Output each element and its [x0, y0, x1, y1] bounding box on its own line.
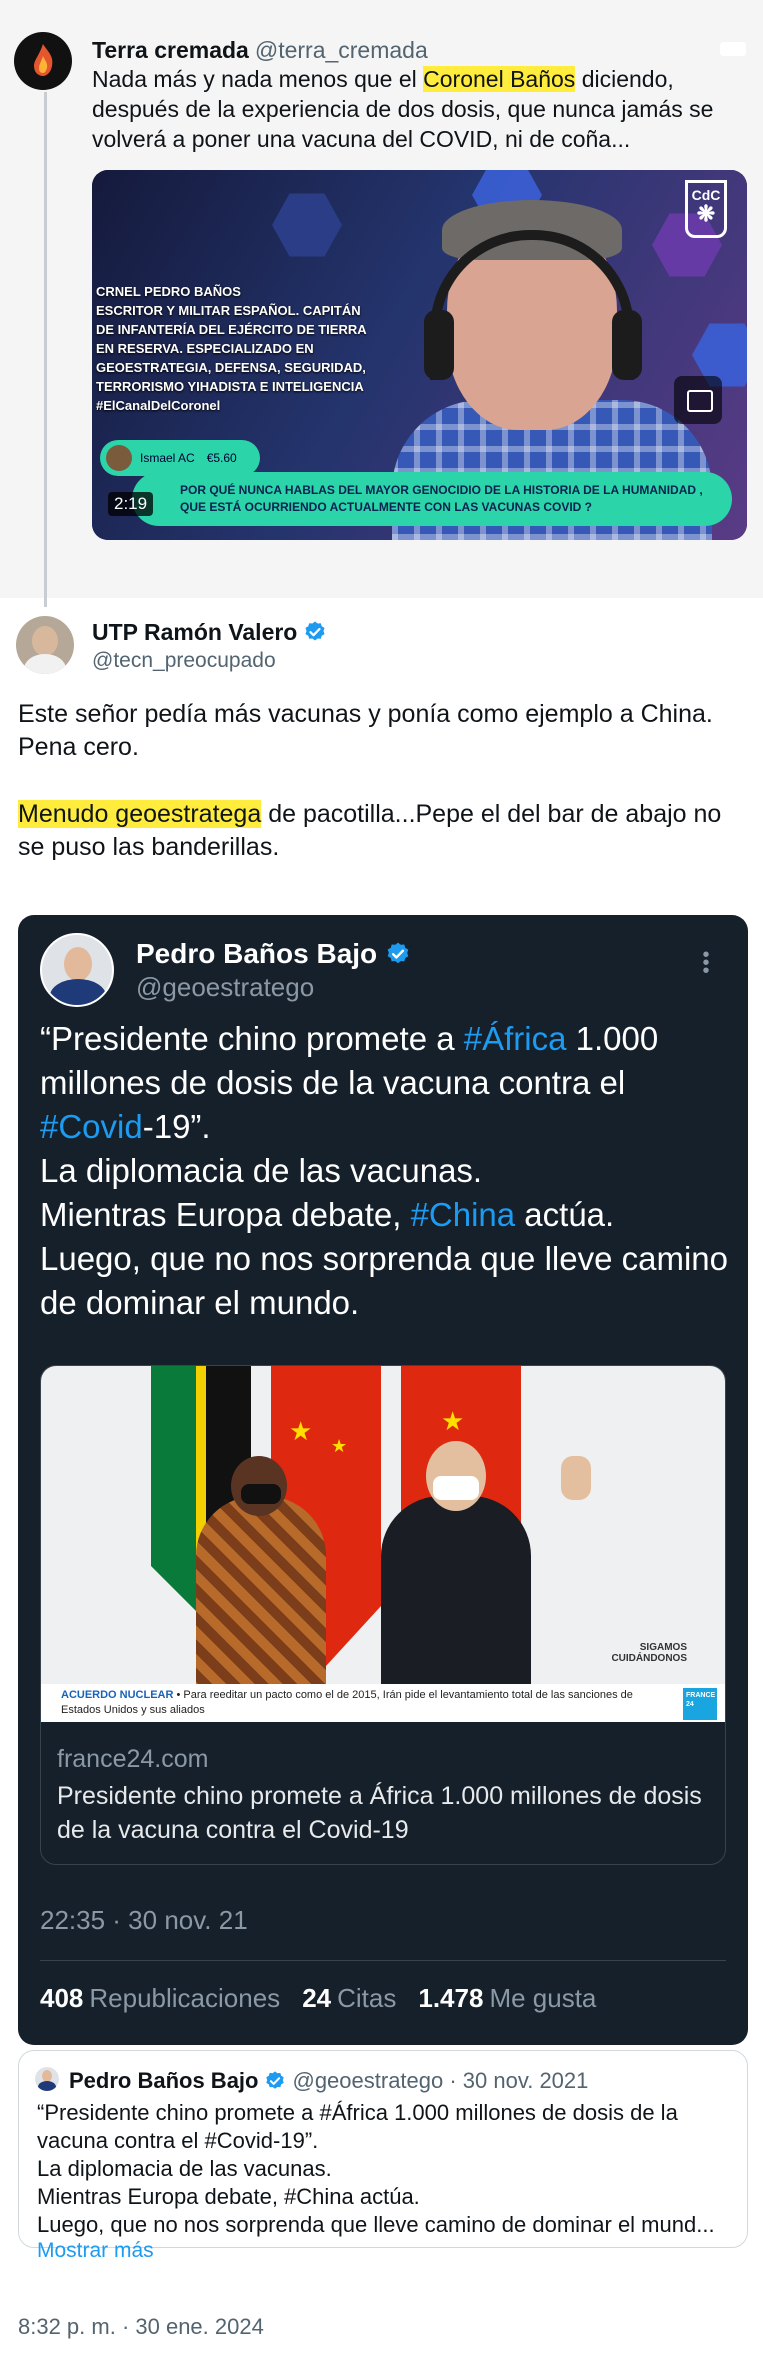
- likes-label: Me gusta: [489, 1983, 597, 2013]
- news-ticker: ACUERDO NUCLEAR • Para reeditar un pacto…: [41, 1684, 725, 1722]
- author-name-row: Pedro Baños Bajo: [136, 937, 411, 971]
- verified-badge-icon[interactable]: [303, 620, 327, 644]
- verified-badge-icon: [387, 942, 409, 964]
- author-name[interactable]: UTP Ramón Valero: [92, 618, 297, 646]
- text-line: “Presidente chino promete a #África 1.00…: [40, 1017, 730, 1149]
- channel-logo: CdC ❋: [685, 180, 727, 238]
- show-more-link[interactable]: Mostrar más: [37, 2239, 154, 2263]
- superchat-donor: Ismael AC €5.60: [100, 440, 260, 476]
- quoted-line: vacuna contra el #Covid-19”.: [37, 2128, 319, 2153]
- ticker-tag: ACUERDO NUCLEAR: [61, 1689, 174, 1701]
- waving-hand: [561, 1456, 591, 1500]
- snowflake-icon: ❋: [696, 201, 716, 226]
- text-part: -19”.: [142, 1108, 211, 1145]
- engagement-stats: 408 Republicaciones 24 Citas 1.478 Me gusta: [40, 1983, 596, 2014]
- fire-logo-icon: [34, 44, 53, 76]
- avatar: [40, 933, 114, 1007]
- quoted-line: Mientras Europa debate, #China actúa.: [37, 2184, 420, 2209]
- face-mask: [241, 1484, 281, 1504]
- reply-author: Terra cremada @terra_cremada: [92, 36, 428, 64]
- divider: [40, 1960, 726, 1961]
- avatar[interactable]: [16, 616, 74, 674]
- likes-count: 1.478: [418, 1983, 484, 2013]
- author-name[interactable]: Terra cremada: [92, 37, 249, 63]
- headset-earcup: [424, 310, 454, 380]
- more-options-icon[interactable]: [720, 42, 746, 56]
- channel-logo: FRANCE 24: [683, 1688, 717, 1720]
- overlay-line: SIGAMOS: [639, 1642, 687, 1653]
- author-name-row: UTP Ramón Valero: [92, 618, 327, 646]
- quotes-stat: 24 Citas: [302, 1983, 396, 2014]
- quoted-line: Luego, que no nos sorprenda que lleve ca…: [37, 2212, 715, 2237]
- hashtag: #China: [410, 1196, 516, 1233]
- reply-text-part: Nada más y nada menos que el: [92, 66, 424, 92]
- reply-text: Nada más y nada menos que el Coronel Bañ…: [92, 64, 732, 154]
- text-part: actúa.: [515, 1196, 615, 1233]
- tweet-paragraph: Menudo geoestratega de pacotilla...Pepe …: [18, 798, 748, 864]
- flag-star-icon: ★: [331, 1436, 348, 1456]
- video-player[interactable]: CdC ❋ CRNEL PEDRO BAÑOS ESCRITOR Y MILITA…: [92, 170, 747, 540]
- hashtag: #Covid: [40, 1108, 143, 1145]
- highlighted-text: Menudo geoestratega: [18, 800, 262, 828]
- text-line: Luego, que no nos sorprenda que lleve ca…: [40, 1240, 728, 1321]
- card-domain: france24.com: [57, 1745, 209, 1773]
- hashtag: #África: [463, 1020, 567, 1057]
- text-line: Mientras Europa debate, #China actúa.: [40, 1193, 730, 1237]
- tweet-timestamp: 22:35 · 30 nov. 21: [40, 1905, 248, 1935]
- author-name: Pedro Baños Bajo: [136, 938, 378, 969]
- quotes-count: 24: [302, 1983, 332, 2013]
- verified-badge-icon: [266, 2071, 285, 2089]
- author-name: Pedro Baños Bajo: [69, 2068, 259, 2093]
- embedded-tweet-text: “Presidente chino promete a #África 1.00…: [40, 1017, 730, 1325]
- avatar: [35, 2067, 59, 2091]
- card-title: Presidente chino promete a África 1.000 …: [57, 1782, 702, 1844]
- flag-star-icon: ★: [441, 1406, 465, 1436]
- reposts-count: 408: [40, 1983, 84, 2013]
- reply-tweet[interactable]: Terra cremada @terra_cremada Nada más y n…: [0, 0, 763, 607]
- news-photo: ★ ★ ★ SIGAMOS CUIDÁNDONOS ACUERDO NUCLEAR…: [41, 1366, 725, 1722]
- person-left: [196, 1496, 326, 1696]
- author-handle-date: @geoestratego · 30 nov. 2021: [292, 2068, 589, 2093]
- overlay-line: CUIDÁNDONOS: [611, 1653, 687, 1664]
- headset-earcup: [612, 310, 642, 380]
- news-overlay-text: SIGAMOS CUIDÁNDONOS: [611, 1642, 687, 1664]
- quoted-tweet[interactable]: Pedro Baños Bajo @geoestratego · 30 nov.…: [18, 2050, 748, 2262]
- thread-line: [44, 92, 47, 607]
- more-options-icon: • • •: [702, 944, 710, 982]
- face-mask: [433, 1476, 479, 1500]
- video-duration: 2:19: [108, 492, 154, 516]
- donor-amount: €5.60: [206, 451, 237, 465]
- person-right: [381, 1496, 531, 1716]
- author-handle[interactable]: @terra_cremada: [255, 37, 428, 63]
- quoted-line: La diplomacia de las vacunas.: [37, 2156, 332, 2181]
- author-handle: @geoestratego: [136, 972, 315, 1002]
- quoted-text: “Presidente chino promete a #África 1.00…: [37, 2099, 737, 2239]
- reposts-stat: 408 Republicaciones: [40, 1983, 280, 2014]
- tweet-text: Este señor pedía más vacunas y ponía com…: [18, 698, 748, 898]
- highlighted-text: Coronel Baños: [423, 66, 576, 92]
- likes-stat: 1.478 Me gusta: [418, 1983, 596, 2014]
- video-caption: CRNEL PEDRO BAÑOS ESCRITOR Y MILITAR ESP…: [96, 284, 367, 413]
- reposts-label: Republicaciones: [89, 1983, 281, 2013]
- ticker-text: ACUERDO NUCLEAR • Para reeditar un pacto…: [61, 1688, 661, 1718]
- text-part: “Presidente chino promete a: [40, 1020, 464, 1057]
- text-part: Mientras Europa debate,: [40, 1196, 411, 1233]
- tweet-timestamp[interactable]: 8:32 p. m. · 30 ene. 2024: [18, 2314, 264, 2340]
- avatar[interactable]: [14, 32, 72, 90]
- embedded-tweet-image[interactable]: Pedro Baños Bajo @geoestratego • • • “Pres…: [18, 915, 748, 2045]
- quotes-label: Citas: [337, 1983, 397, 2013]
- donor-avatar: [106, 445, 132, 471]
- quoted-line: “Presidente chino promete a #África 1.00…: [37, 2100, 678, 2125]
- text-line: La diplomacia de las vacunas.: [40, 1152, 483, 1189]
- tweet-paragraph: Este señor pedía más vacunas y ponía com…: [18, 700, 713, 761]
- flag-star-icon: ★: [289, 1416, 313, 1446]
- author-handle[interactable]: @tecn_preocupado: [92, 648, 276, 674]
- superchat-question: POR QUÉ NUNCA HABLAS DEL MAYOR GENOCIDIO…: [132, 472, 732, 526]
- link-card: ★ ★ ★ SIGAMOS CUIDÁNDONOS ACUERDO NUCLEAR…: [40, 1365, 726, 1865]
- picture-in-picture-icon[interactable]: [674, 376, 722, 424]
- quoted-author-row: Pedro Baños Bajo @geoestratego · 30 nov.…: [69, 2067, 588, 2095]
- donor-name: Ismael AC: [140, 451, 195, 465]
